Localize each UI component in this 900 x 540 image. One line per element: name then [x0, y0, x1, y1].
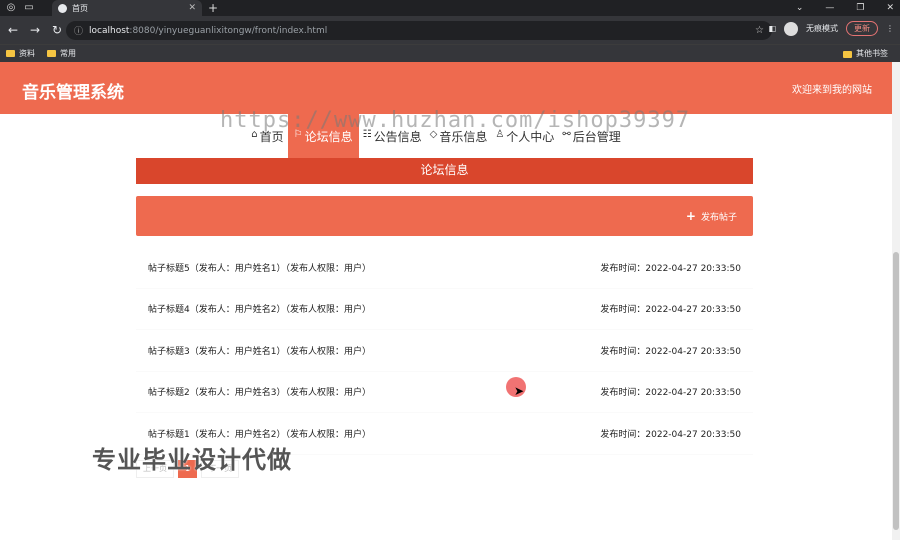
- incognito-avatar[interactable]: [784, 21, 798, 36]
- tab-title: 首页: [72, 3, 88, 13]
- nav-item-music[interactable]: ◇ 音乐信息: [426, 114, 492, 158]
- guest-label[interactable]: 无痕模式: [806, 23, 838, 34]
- more-menu-icon[interactable]: ⋮: [886, 24, 894, 33]
- nav-item-profile[interactable]: ♙ 个人中心: [491, 114, 558, 158]
- close-window-icon[interactable]: ✕: [886, 0, 894, 16]
- minimize-icon[interactable]: —: [825, 0, 834, 16]
- publish-post-button[interactable]: + 发布帖子: [686, 209, 737, 223]
- main-nav: ⌂ 首页 ⚐ 论坛信息 ☷ 公告信息 ◇ 音乐信息 ♙ 个人中心 ⚯ 后台管理: [0, 114, 892, 158]
- other-bookmarks-label: 其他书签: [856, 49, 888, 58]
- address-bar[interactable]: ⓘ localhost:8080/yinyueguanlixitongw/fro…: [66, 21, 772, 40]
- nav-label: 首页: [259, 130, 284, 144]
- welcome-text: 欢迎来到我的网站: [792, 85, 872, 96]
- diamond-icon: ◇: [429, 129, 438, 140]
- bookmark-label: 资料: [19, 49, 35, 58]
- post-time: 发布时间：2022-04-27 20:33:50: [600, 305, 741, 316]
- publish-post-label: 发布帖子: [700, 212, 737, 223]
- folder-icon: [843, 50, 852, 58]
- folder-icon: [47, 50, 56, 57]
- list-item[interactable]: 帖子标题2（发布人：用户姓名3）（发布人权限：用户） 发布时间：2022-04-…: [136, 372, 753, 413]
- home-icon: ⌂: [251, 129, 258, 140]
- post-title[interactable]: 帖子标题1（发布人：用户姓名2）（发布人权限：用户）: [148, 427, 600, 440]
- nav-item-home[interactable]: ⌂ 首页: [247, 114, 287, 158]
- overlay-ad-text: 专业毕业设计代做: [92, 446, 292, 474]
- forward-icon[interactable]: →: [28, 23, 42, 37]
- site-header: 音乐管理系统 欢迎来到我的网站: [0, 62, 892, 114]
- link-icon: ⚯: [562, 129, 571, 140]
- flag-icon: ⚐: [293, 129, 303, 140]
- post-title[interactable]: 帖子标题4（发布人：用户姓名2）（发布人权限：用户）: [148, 302, 600, 315]
- nav-item-notices[interactable]: ☷ 公告信息: [359, 114, 426, 158]
- post-toolbar: + 发布帖子: [136, 196, 753, 236]
- nav-item-admin[interactable]: ⚯ 后台管理: [558, 114, 624, 158]
- tab-search-icon[interactable]: ▭: [22, 1, 36, 15]
- post-time: 发布时间：2022-04-27 20:33:50: [600, 263, 741, 274]
- list-item[interactable]: 帖子标题3（发布人：用户姓名1）（发布人权限：用户） 发布时间：2022-04-…: [136, 330, 753, 372]
- section-title-banner: 论坛信息: [136, 158, 753, 184]
- browser-menu-icon[interactable]: ◎: [4, 1, 18, 15]
- side-panel-icon[interactable]: ◧: [768, 24, 776, 33]
- browser-tabstrip: ◎ ▭ 首页 ✕ + ⌄ — ❐ ✕: [0, 0, 900, 16]
- nav-label: 论坛信息: [304, 130, 353, 144]
- site-title: 音乐管理系统: [22, 83, 124, 103]
- bookmark-star-icon[interactable]: ☆: [755, 25, 764, 36]
- user-icon: ♙: [495, 129, 505, 140]
- toolbar-right: ◧ 无痕模式 更新 ⋮: [768, 21, 894, 36]
- post-time: 发布时间：2022-04-27 20:33:50: [600, 346, 741, 357]
- nav-label: 个人中心: [506, 130, 555, 144]
- restore-icon[interactable]: ❐: [856, 0, 864, 16]
- post-title[interactable]: 帖子标题5（发布人：用户姓名1）（发布人权限：用户）: [148, 261, 600, 274]
- url-host: localhost: [89, 25, 130, 36]
- page-viewport: 音乐管理系统 欢迎来到我的网站 ⌂ 首页 ⚐ 论坛信息 ☷ 公告信息 ◇ 音乐信…: [0, 62, 892, 540]
- tab-list-icon[interactable]: ⌄: [796, 0, 804, 16]
- other-bookmarks[interactable]: 其他书签: [843, 45, 888, 63]
- scrollbar-thumb[interactable]: [893, 252, 899, 530]
- post-title[interactable]: 帖子标题3（发布人：用户姓名1）（发布人权限：用户）: [148, 344, 600, 357]
- nav-label: 后台管理: [572, 130, 621, 144]
- browser-toolbar: ← → ↻ ⓘ localhost:8080/yinyueguanlixiton…: [0, 16, 900, 44]
- browser-tab[interactable]: 首页 ✕: [52, 0, 202, 16]
- post-title[interactable]: 帖子标题2（发布人：用户姓名3）（发布人权限：用户）: [148, 385, 600, 398]
- bookmark-label: 常用: [60, 49, 76, 58]
- list-item[interactable]: 帖子标题5（发布人：用户姓名1）（发布人权限：用户） 发布时间：2022-04-…: [136, 247, 753, 289]
- folder-icon: [6, 50, 15, 57]
- reload-icon[interactable]: ↻: [50, 23, 64, 37]
- grid-icon: ☷: [362, 129, 372, 140]
- post-list: 帖子标题5（发布人：用户姓名1）（发布人权限：用户） 发布时间：2022-04-…: [136, 247, 753, 455]
- bookmarks-bar: 资料 常用 其他书签: [0, 44, 900, 62]
- post-time: 发布时间：2022-04-27 20:33:50: [600, 429, 741, 440]
- new-tab-button[interactable]: +: [208, 0, 218, 16]
- close-tab-icon[interactable]: ✕: [188, 3, 196, 13]
- bookmark-folder[interactable]: 常用: [47, 48, 76, 59]
- plus-icon: +: [685, 209, 696, 223]
- mouse-cursor-icon: ➤: [514, 384, 525, 398]
- nav-label: 音乐信息: [439, 130, 488, 144]
- globe-icon: [58, 3, 67, 13]
- site-info-icon[interactable]: ⓘ: [74, 24, 83, 37]
- page-scrollbar[interactable]: [892, 62, 900, 540]
- window-controls: ⌄ — ❐ ✕: [796, 0, 894, 16]
- nav-label: 公告信息: [373, 130, 422, 144]
- list-item[interactable]: 帖子标题4（发布人：用户姓名2）（发布人权限：用户） 发布时间：2022-04-…: [136, 289, 753, 330]
- update-button[interactable]: 更新: [846, 21, 878, 36]
- bookmark-folder[interactable]: 资料: [6, 48, 35, 59]
- nav-item-forum[interactable]: ⚐ 论坛信息: [287, 114, 359, 158]
- post-time: 发布时间：2022-04-27 20:33:50: [600, 388, 741, 399]
- url-path: :8080/yinyueguanlixitongw/front/index.ht…: [129, 25, 328, 36]
- back-icon[interactable]: ←: [6, 23, 20, 37]
